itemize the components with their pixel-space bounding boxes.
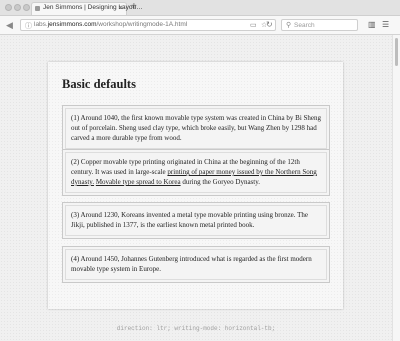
search-placeholder: Search [294, 21, 315, 29]
paragraph-text: (2) Copper movable type printing origina… [65, 152, 327, 193]
paragraph-text: (1) Around 1040, the first known movable… [65, 108, 327, 149]
content-card: Basic defaults (1) Around 1040, the firs… [48, 62, 343, 309]
paragraph-text: (3) Around 1230, Koreans invented a meta… [65, 205, 327, 236]
url-bar[interactable]: ⓘ labs.jensimmons.com/workshop/writingmo… [20, 19, 276, 31]
tab-title: Jen Simmons | Designing Layou… [43, 4, 143, 11]
minimize-window-icon[interactable] [14, 4, 21, 11]
reader-icon[interactable]: ▭ [250, 21, 257, 29]
menu-icon[interactable]: ☰ [382, 20, 389, 29]
scrollbar-thumb[interactable] [395, 38, 398, 66]
paragraph-box-2: (2) Copper movable type printing origina… [62, 149, 330, 196]
new-tab-button[interactable]: + [131, 1, 137, 12]
search-bar[interactable]: ⚲ Search [281, 19, 358, 31]
scrollbar[interactable] [392, 35, 400, 341]
paragraph-box-3: (3) Around 1230, Koreans invented a meta… [62, 202, 330, 239]
favicon-icon [35, 6, 40, 11]
tab-close-icon[interactable]: × [118, 3, 123, 12]
info-icon[interactable]: ⓘ [25, 21, 32, 31]
paragraph-text: (4) Around 1450, Johannes Gutenberg intr… [65, 249, 327, 280]
page-viewport: Basic defaults (1) Around 1040, the firs… [0, 35, 392, 341]
url-text[interactable]: labs.jensimmons.com/workshop/writingmode… [34, 21, 187, 28]
paragraph-box-4: (4) Around 1450, Johannes Gutenberg intr… [62, 246, 330, 283]
browser-tab[interactable]: Jen Simmons | Designing Layou… × [31, 2, 143, 15]
title-bar: Jen Simmons | Designing Layou… × + [0, 0, 400, 16]
page-title: Basic defaults [62, 77, 136, 91]
paragraph-box-1: (1) Around 1040, the first known movable… [62, 105, 330, 152]
close-window-icon[interactable] [5, 4, 12, 11]
search-icon: ⚲ [286, 22, 292, 29]
back-arrow-icon[interactable]: ◀ [6, 20, 13, 30]
sidebar-icon[interactable]: ▥ [368, 20, 376, 29]
reload-icon[interactable]: ↻ [266, 20, 273, 30]
zoom-window-icon[interactable] [23, 4, 30, 11]
nav-bar: ◀ ⓘ labs.jensimmons.com/workshop/writing… [0, 16, 400, 35]
writing-mode-note: direction: ltr; writing-mode: horizontal… [116, 325, 276, 332]
korea-link[interactable]: Movable type spread to Korea [96, 178, 181, 186]
